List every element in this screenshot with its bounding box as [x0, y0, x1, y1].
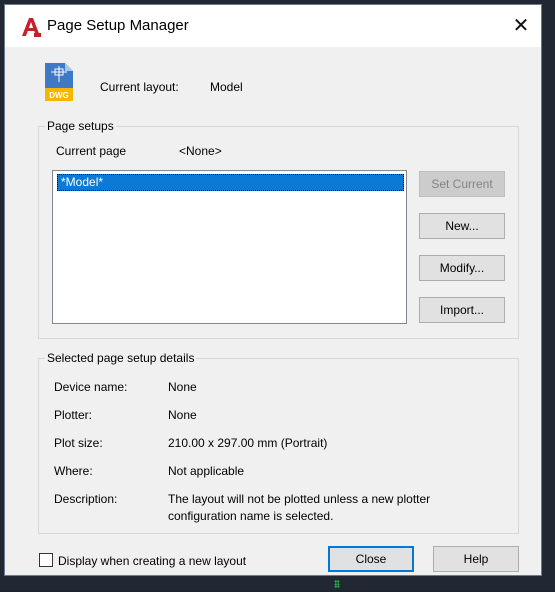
- plot-size-label: Plot size:: [54, 436, 103, 450]
- close-icon[interactable]: ✕: [501, 5, 541, 47]
- page-setups-label: Page setups: [47, 119, 114, 133]
- device-name-label: Device name:: [54, 380, 128, 394]
- help-button[interactable]: Help: [433, 546, 519, 572]
- page-setups-list[interactable]: *Model*: [52, 170, 407, 324]
- where-label: Where:: [54, 464, 93, 478]
- import-button[interactable]: Import...: [419, 297, 505, 323]
- close-button[interactable]: Close: [328, 546, 414, 572]
- plotter-value: None: [168, 408, 197, 422]
- dwg-icon-label: DWG: [49, 91, 69, 100]
- plotter-label: Plotter:: [54, 408, 93, 422]
- current-layout-value: Model: [210, 80, 243, 94]
- autocad-app-icon: [22, 18, 41, 37]
- where-value: Not applicable: [168, 464, 245, 478]
- new-button[interactable]: New...: [419, 213, 505, 239]
- description-value-line2: configuration name is selected.: [168, 509, 334, 523]
- set-current-button[interactable]: Set Current: [419, 171, 505, 197]
- page-setups-group-title: Page setups: [45, 119, 116, 133]
- plot-size-value: 210.00 x 297.00 mm (Portrait): [168, 436, 328, 450]
- current-page-value: <None>: [179, 144, 222, 158]
- current-page-label: Current page: [56, 144, 127, 158]
- page-setup-manager-dialog: Page Setup Manager ✕ DWG Current layout:…: [4, 4, 542, 576]
- list-item[interactable]: *Model*: [57, 174, 404, 191]
- description-label: Description:: [54, 492, 118, 506]
- dwg-file-icon: DWG: [45, 63, 73, 101]
- current-layout-label: Current layout:: [100, 80, 179, 94]
- description-value-line1: The layout will not be plotted unless a …: [168, 492, 431, 506]
- details-group-title: Selected page setup details: [45, 351, 197, 365]
- display-on-new-layout-checkbox[interactable]: [39, 553, 53, 567]
- modify-button[interactable]: Modify...: [419, 255, 505, 281]
- device-name-value: None: [168, 380, 197, 394]
- dialog-title: Page Setup Manager: [47, 17, 189, 34]
- display-on-new-layout-label[interactable]: Display when creating a new layout: [58, 554, 246, 568]
- title-bar[interactable]: Page Setup Manager ✕: [5, 5, 541, 47]
